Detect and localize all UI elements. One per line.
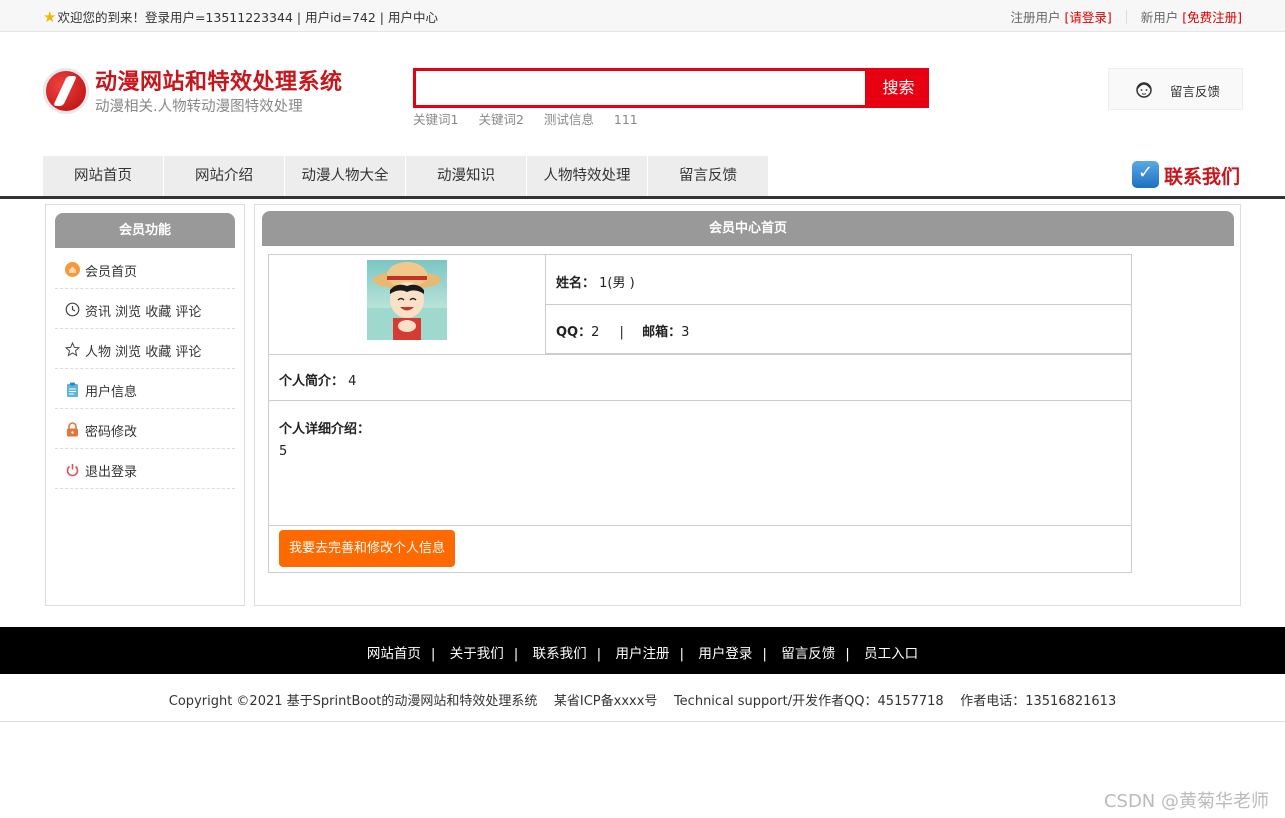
sidebar-item-characters[interactable]: 人物 浏览 收藏 评论 — [55, 329, 235, 369]
watermark: CSDN @黄菊华老师 — [1103, 791, 1269, 812]
nav-item-effects[interactable]: 人物特效处理 — [527, 156, 647, 196]
footer-link-contact[interactable]: 联系我们 — [533, 646, 587, 662]
name-value: 1(男 ) — [599, 276, 635, 291]
welcome-message: ★欢迎您的到来！登录用户=13511223344 | 用户id=742 | 用户… — [43, 7, 438, 26]
welcome-text[interactable]: 欢迎您的到来！登录用户=13511223344 | 用户id=742 | 用户中… — [57, 10, 438, 25]
nav-item-characters[interactable]: 动漫人物大全 — [285, 156, 405, 196]
lock-icon — [67, 422, 78, 437]
checkmark-icon — [1132, 161, 1159, 188]
nav-divider — [0, 196, 1285, 199]
intro-value: 4 — [348, 374, 357, 389]
footer-link-login[interactable]: 用户登录 — [698, 646, 752, 662]
footer-divider — [0, 721, 1285, 722]
footer-link-feedback[interactable]: 留言反馈 — [781, 646, 835, 662]
registered-user-label: 注册用户 — [1010, 10, 1061, 25]
hotword-link[interactable]: 关键词2 — [478, 112, 523, 127]
home-icon — [65, 262, 80, 277]
sidebar-item-user-info[interactable]: 用户信息 — [55, 369, 235, 409]
hotword-link[interactable]: 111 — [614, 112, 638, 127]
account-links: 注册用户 [请登录] 新用户 [免费注册] — [1010, 7, 1242, 26]
member-center-panel: 会员中心首页 姓名： 1(男) QQ：2 | 邮箱：3 个人简介： 4 个人详… — [254, 204, 1241, 606]
footer-link-about[interactable]: 关于我们 — [450, 646, 504, 662]
sidebar-item-label: 退出登录 — [85, 465, 138, 480]
detail-row — [269, 401, 1131, 526]
nav-item-home[interactable]: 网站首页 — [43, 156, 163, 196]
qq-label: QQ： — [556, 325, 592, 340]
intro-row — [269, 354, 1131, 401]
footer-link-home[interactable]: 网站首页 — [367, 646, 421, 662]
intro-label: 个人简介： — [279, 374, 345, 389]
divider — [1125, 10, 1127, 24]
star-icon — [65, 342, 80, 357]
sidebar-item-member-home[interactable]: 会员首页 — [55, 249, 235, 289]
qq-value: 2 — [591, 325, 600, 340]
hot-keywords: 关键词1 关键词2 测试信息 111 — [413, 109, 654, 128]
field-divider: | — [619, 325, 624, 340]
intro-field: 个人简介： 4 — [279, 370, 356, 389]
hotword-link[interactable]: 测试信息 — [544, 112, 594, 127]
search-field[interactable] — [413, 68, 868, 108]
detail-field: 个人详细介绍： — [279, 418, 370, 437]
sidebar-menu: 会员首页 资讯 浏览 收藏 评论 人物 浏览 收藏 评论 用户信息 密码修改 退… — [55, 249, 235, 489]
feedback-label: 留言反馈 — [1170, 84, 1221, 99]
avatar-cell — [269, 255, 546, 354]
footer-nav: 网站首页 | 关于我们 | 联系我们 | 用户注册 | 用户登录 | 留言反馈 | 员工入口 — [0, 627, 1285, 674]
main-nav: 网站首页 网站介绍 动漫人物大全 动漫知识 人物特效处理 留言反馈 — [43, 156, 769, 196]
site-logo[interactable] — [43, 68, 89, 114]
login-link[interactable]: [请登录] — [1065, 10, 1112, 25]
clock-icon — [65, 302, 80, 317]
star-icon: ★ — [43, 8, 57, 26]
site-subtitle: 动漫相关.人物转动漫图特效处理 — [95, 99, 303, 115]
contact-us-label: 联系我们 — [1164, 166, 1241, 188]
email-value: 3 — [681, 325, 690, 340]
footer-link-staff[interactable]: 员工入口 — [864, 646, 918, 662]
nav-item-about[interactable]: 网站介绍 — [164, 156, 284, 196]
panel-title: 会员中心首页 — [262, 211, 1234, 246]
sidebar-item-label: 人物 浏览 收藏 评论 — [85, 345, 202, 360]
sidebar-item-logout[interactable]: 退出登录 — [55, 449, 235, 489]
site-title[interactable]: 动漫网站和特效处理系统 — [95, 64, 343, 96]
detail-label: 个人详细介绍： — [279, 422, 371, 437]
profile-table: 姓名： 1(男 ) QQ：2 | 邮箱：3 个人简介： 4 个人详细介绍： 5 … — [268, 254, 1132, 573]
sidebar-item-label: 资讯 浏览 收藏 评论 — [85, 305, 202, 320]
power-icon — [66, 464, 79, 477]
detail-value: 5 — [279, 444, 288, 459]
sidebar-item-label: 密码修改 — [85, 425, 138, 440]
top-bar: ★欢迎您的到来！登录用户=13511223344 | 用户id=742 | 用户… — [0, 0, 1285, 32]
new-user-label: 新用户 — [1140, 10, 1179, 25]
search-input[interactable] — [416, 71, 865, 105]
name-field: 姓名： 1(男 ) — [556, 272, 635, 291]
sidebar-title: 会员功能 — [55, 213, 235, 248]
email-label: 邮箱： — [642, 325, 682, 340]
footer-link-register[interactable]: 用户注册 — [616, 646, 670, 662]
nav-item-knowledge[interactable]: 动漫知识 — [406, 156, 526, 196]
copyright-text: Copyright ©2021 基于SprintBoot的动漫网站和特效处理系统… — [168, 694, 1117, 709]
sidebar-item-label: 会员首页 — [85, 265, 138, 280]
name-label: 姓名： — [556, 276, 596, 291]
avatar — [367, 260, 447, 340]
sidebar-item-label: 用户信息 — [85, 385, 138, 400]
signup-link[interactable]: [免费注册] — [1182, 10, 1242, 25]
search-button[interactable]: 搜索 — [868, 68, 929, 108]
customer-service-icon — [1136, 82, 1152, 98]
sidebar-item-news[interactable]: 资讯 浏览 收藏 评论 — [55, 289, 235, 329]
hotword-link[interactable]: 关键词1 — [413, 112, 458, 127]
sidebar-item-change-password[interactable]: 密码修改 — [55, 409, 235, 449]
clipboard-icon — [67, 382, 78, 397]
member-sidebar: 会员功能 会员首页 资讯 浏览 收藏 评论 人物 浏览 收藏 评论 用户信息 密… — [45, 204, 245, 606]
contact-field: QQ：2 | 邮箱：3 — [556, 321, 689, 340]
feedback-button[interactable]: 留言反馈 — [1108, 68, 1243, 110]
nav-item-feedback[interactable]: 留言反馈 — [648, 156, 768, 196]
edit-profile-button[interactable]: 我要去完善和修改个人信息 — [279, 530, 455, 567]
